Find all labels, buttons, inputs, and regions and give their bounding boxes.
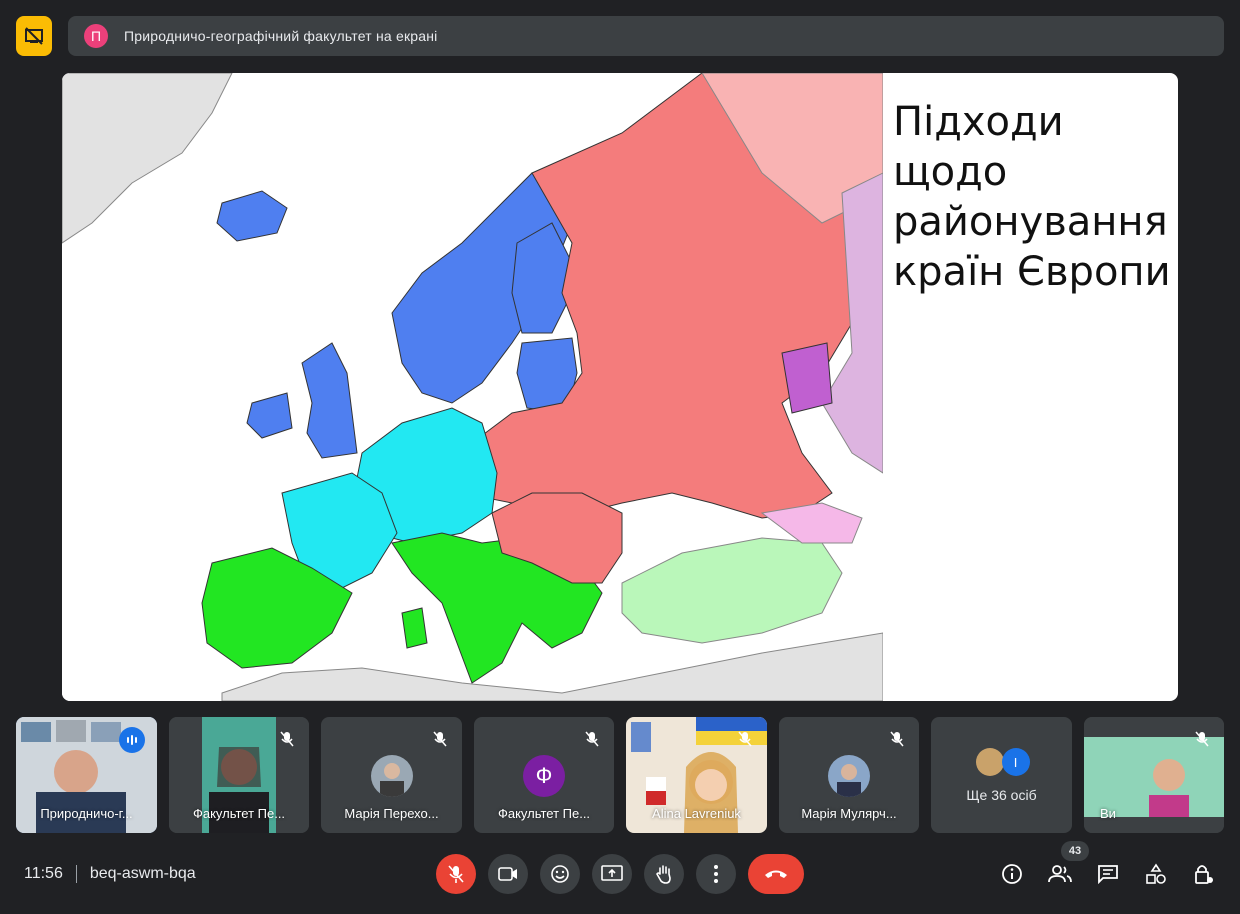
- raise-hand-button[interactable]: [644, 854, 684, 894]
- lock-person-icon: [1195, 865, 1213, 884]
- people-icon: [1048, 865, 1072, 883]
- more-participants-count: Ще 36 осіб: [966, 787, 1037, 803]
- microphone-button[interactable]: [436, 854, 476, 894]
- chat-icon: [1098, 865, 1118, 884]
- participant-tile[interactable]: Марія Перехо...: [321, 717, 462, 833]
- host-controls-button[interactable]: [1190, 860, 1218, 888]
- meeting-code: beq-aswm-bqa: [89, 865, 196, 882]
- participant-name: Природничо-г...: [40, 806, 133, 821]
- participant-name: Факультет Пе...: [192, 806, 286, 821]
- presentation-toggle-button[interactable]: [16, 16, 52, 56]
- participant-avatar: [828, 755, 870, 797]
- present-off-icon: [25, 27, 43, 45]
- slide-title-line-2: районування: [893, 199, 1168, 245]
- mic-off-icon: [887, 729, 907, 749]
- europe-map: [62, 73, 883, 701]
- info-icon: [1002, 864, 1022, 884]
- shared-screen: Підходи щодо районування країн Європи: [62, 73, 1178, 701]
- participant-tile[interactable]: Факультет Пе...: [169, 717, 309, 833]
- participant-strip: Природничо-г... Факультет Пе... Марія Пе…: [16, 717, 1224, 833]
- mic-off-icon: [1192, 729, 1212, 749]
- more-participants-tile[interactable]: I Ще 36 осіб: [931, 717, 1072, 833]
- reactions-button[interactable]: [540, 854, 580, 894]
- emoji-icon: [551, 865, 569, 883]
- presentation-banner: П Природничо-географічний факультет на е…: [68, 16, 1224, 56]
- present-screen-icon: [601, 865, 623, 881]
- mic-off-icon: [735, 729, 755, 749]
- mic-off-icon: [277, 729, 297, 749]
- meeting-info: 11:56 beq-aswm-bqa: [24, 864, 196, 884]
- camera-button[interactable]: [488, 854, 528, 894]
- separator: [75, 865, 77, 883]
- participant-tile[interactable]: Alina Lavreniuk: [626, 717, 767, 833]
- participant-name: Марія Перехо...: [344, 806, 439, 821]
- more-vert-icon: [714, 865, 718, 883]
- participant-tile[interactable]: Ф Факультет Пе...: [474, 717, 614, 833]
- chat-button[interactable]: [1094, 860, 1122, 888]
- participant-avatar: Ф: [523, 755, 565, 797]
- camera-icon: [498, 867, 517, 881]
- more-options-button[interactable]: [696, 854, 736, 894]
- speaking-indicator-icon: [119, 727, 145, 753]
- participant-tile[interactable]: Природничо-г...: [16, 717, 157, 833]
- presentation-banner-text: Природничо-географічний факультет на екр…: [124, 28, 438, 44]
- participant-name: Alina Lavreniuk: [652, 806, 741, 821]
- meeting-details-button[interactable]: [998, 860, 1026, 888]
- slide-title-line-3: країн Європи: [893, 249, 1171, 295]
- leave-call-button[interactable]: [748, 854, 804, 894]
- self-tile[interactable]: Ви: [1084, 717, 1224, 833]
- people-button[interactable]: [1046, 860, 1074, 888]
- mic-off-icon: [582, 729, 602, 749]
- slide-title-line-1: Підходи щодо: [893, 99, 1064, 195]
- participant-name: Ви: [1100, 806, 1116, 821]
- participant-name: Факультет Пе...: [497, 806, 591, 821]
- meeting-time: 11:56: [24, 865, 63, 882]
- mic-off-icon: [448, 865, 464, 883]
- participant-count-badge: 43: [1061, 841, 1089, 861]
- activities-button[interactable]: [1142, 860, 1170, 888]
- hand-icon: [656, 865, 671, 884]
- hangup-icon: [765, 870, 787, 878]
- activities-icon: [1146, 863, 1166, 884]
- slide-title: Підходи щодо районування країн Європи: [893, 97, 1173, 297]
- present-button[interactable]: [592, 854, 632, 894]
- mic-off-icon: [430, 729, 450, 749]
- presenter-avatar: П: [84, 24, 108, 48]
- participant-tile[interactable]: Марія Мулярч...: [779, 717, 919, 833]
- participant-avatar: [370, 755, 413, 797]
- mini-avatars: I: [975, 748, 1036, 778]
- participant-name: Марія Мулярч...: [801, 806, 897, 821]
- mini-avatar: [975, 748, 1004, 776]
- mini-avatar: I: [1001, 748, 1030, 776]
